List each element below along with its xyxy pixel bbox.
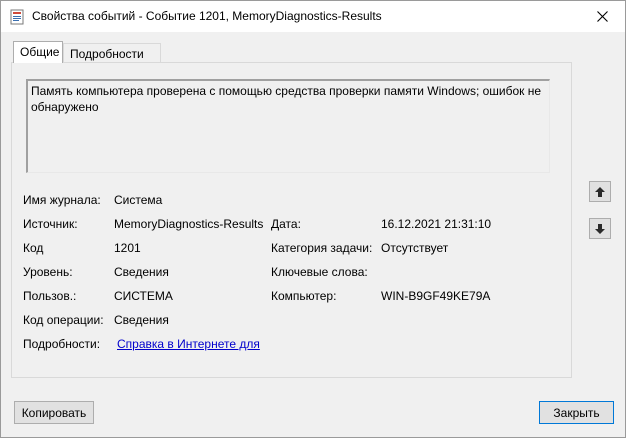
previous-event-button[interactable] [589,181,611,202]
window-title: Свойства событий - Событие 1201, MemoryD… [32,9,382,23]
copy-button[interactable]: Копировать [14,401,94,424]
close-button[interactable]: Закрыть [539,401,614,424]
copy-button-label: Копировать [21,405,87,420]
event-description-text: Память компьютера проверена с помощью ср… [31,84,542,114]
general-tab-panel: Память компьютера проверена с помощью ср… [11,62,572,378]
tab-details-label: Подробности [70,47,144,61]
date-label: Дата: [271,217,301,231]
title-bar: Свойства событий - Событие 1201, MemoryD… [1,1,625,32]
tab-general-label: Общие [20,45,60,59]
source-label: Источник: [23,217,78,231]
opcode-value: Сведения [114,313,169,327]
task-category-label: Категория задачи: [271,241,373,255]
task-category-value: Отсутствует [381,241,449,255]
opcode-label: Код операции: [23,313,104,327]
event-description-box[interactable]: Память компьютера проверена с помощью ср… [26,79,550,173]
source-value: MemoryDiagnostics-Results [114,217,264,231]
level-label: Уровень: [23,265,73,279]
date-value: 16.12.2021 21:31:10 [381,217,492,231]
window-close-button[interactable] [579,1,625,32]
more-info-label: Подробности: [23,337,101,351]
online-help-link[interactable]: Справка в Интернете для [117,337,260,351]
next-event-button[interactable] [589,218,611,239]
tab-general[interactable]: Общие [13,41,63,63]
level-value: Сведения [114,265,169,279]
tab-details[interactable]: Подробности [63,43,161,63]
computer-label: Компьютер: [271,289,337,303]
user-label: Пользов.: [23,289,77,303]
computer-value: WIN-B9GF49KE79A [381,289,491,303]
user-value: СИСТЕМА [114,289,173,303]
code-value: 1201 [114,241,141,255]
close-icon [596,11,608,22]
event-viewer-icon [10,9,24,25]
log-name-label: Имя журнала: [23,193,101,207]
close-button-label: Закрыть [553,405,600,420]
arrow-down-icon [595,223,605,234]
keywords-label: Ключевые слова: [271,265,368,279]
log-name-value: Система [114,193,163,207]
arrow-up-icon [595,186,605,197]
code-label: Код [23,241,44,255]
